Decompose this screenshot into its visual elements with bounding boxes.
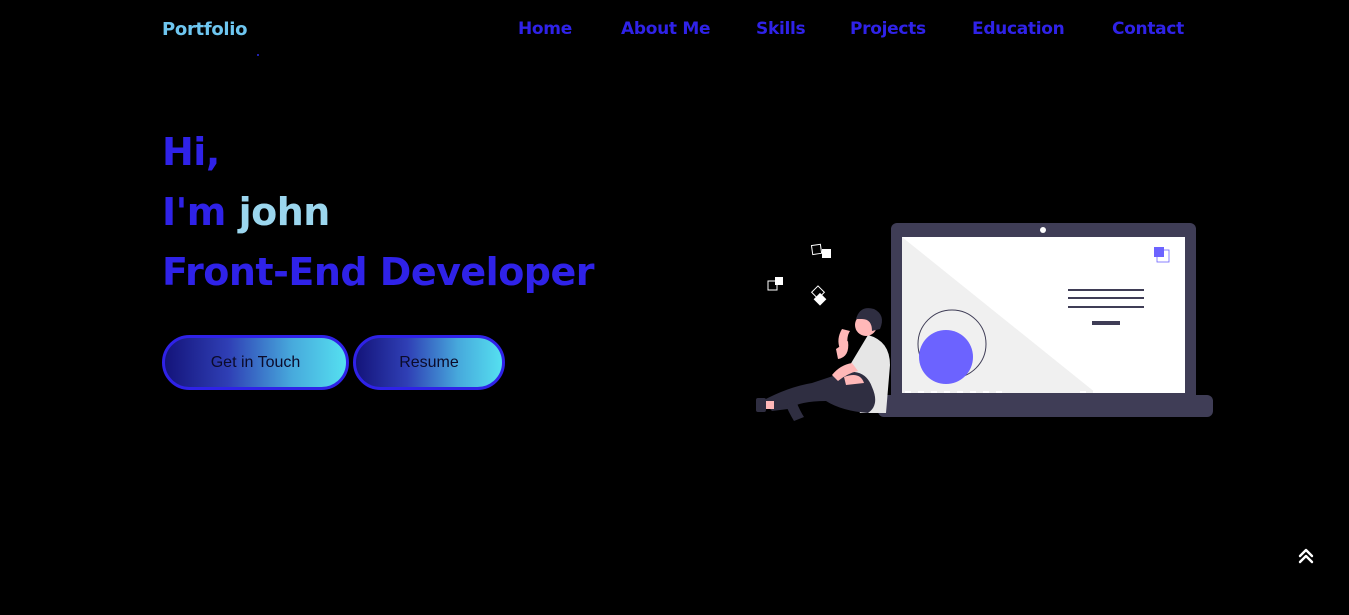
- hero-greeting: Hi,: [162, 130, 220, 174]
- nav-about-me[interactable]: About Me: [621, 19, 711, 39]
- screen-line: [1068, 306, 1144, 308]
- resume-button[interactable]: Resume: [353, 335, 505, 390]
- person-figure: [756, 308, 890, 421]
- hero-intro-prefix: I'm: [162, 190, 239, 234]
- hero-role: Front-End Developer: [162, 250, 595, 294]
- developer-laptop-illustration: [756, 223, 1213, 421]
- hero-section: Hi, I'm john Front-End Developer: [162, 122, 595, 302]
- screen-square: [1154, 247, 1164, 257]
- logo-dot: [257, 54, 259, 56]
- hero-intro: I'm john: [162, 182, 594, 242]
- screen-circle: [919, 330, 973, 384]
- get-in-touch-button[interactable]: Get in Touch: [162, 335, 349, 390]
- screen-line: [1068, 289, 1144, 291]
- floating-squares: [767, 243, 831, 306]
- screen-line: [1068, 297, 1144, 299]
- nav-education[interactable]: Education: [972, 19, 1065, 39]
- nav-home[interactable]: Home: [518, 19, 572, 39]
- hero-name: john: [238, 190, 331, 234]
- laptop-base: [878, 395, 1213, 417]
- nav-skills[interactable]: Skills: [756, 19, 806, 39]
- screen-line: [1092, 321, 1120, 325]
- nav-contact[interactable]: Contact: [1112, 19, 1184, 39]
- nav-projects[interactable]: Projects: [850, 19, 926, 39]
- portfolio-page: Portfolio Home About Me Skills Projects …: [0, 0, 1349, 615]
- laptop-camera: [1040, 227, 1046, 233]
- double-chevron-up-icon[interactable]: [1296, 546, 1316, 566]
- site-logo[interactable]: Portfolio: [162, 19, 248, 40]
